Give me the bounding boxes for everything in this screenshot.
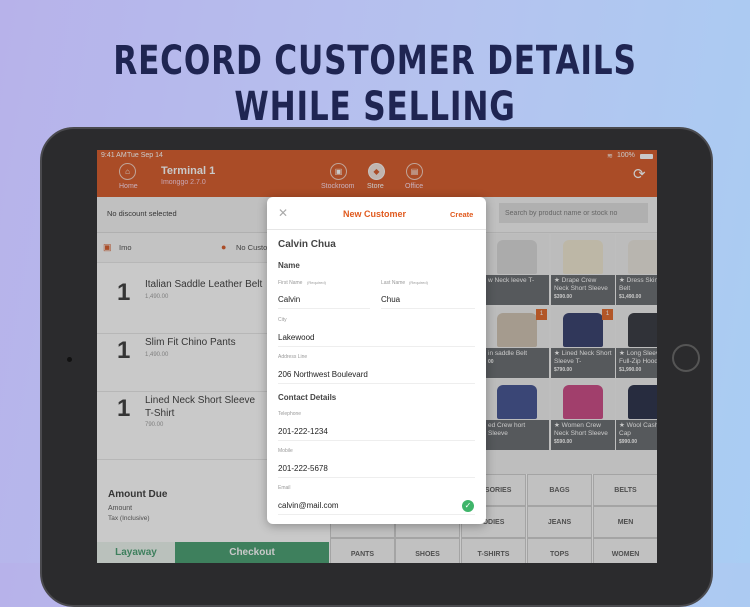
- last-name-field[interactable]: Chua: [381, 295, 475, 309]
- camera: [67, 357, 72, 362]
- first-name-field[interactable]: Calvin: [278, 295, 370, 309]
- modal-title: New Customer: [343, 209, 407, 219]
- telephone-label: Telephone: [278, 411, 302, 417]
- name-section: Name: [278, 261, 300, 270]
- divider: [267, 229, 486, 230]
- mobile-field[interactable]: 201-222-5678: [278, 464, 475, 478]
- customer-name-heading: Calvin Chua: [278, 239, 336, 250]
- first-name-required: (Required): [307, 280, 326, 285]
- city-label: City: [278, 317, 287, 323]
- new-customer-modal: ✕ New Customer Create Calvin Chua Name F…: [267, 197, 486, 524]
- create-button[interactable]: Create: [450, 210, 473, 219]
- headline: RECORD CUSTOMER DETAILS WHILE SELLING: [113, 38, 637, 130]
- city-field[interactable]: Lakewood: [278, 333, 475, 347]
- email-field[interactable]: calvin@mail.com: [278, 501, 475, 515]
- last-name-required: (Required): [409, 280, 428, 285]
- home-button-hardware: [672, 344, 700, 372]
- first-name-label: First Name: [278, 280, 303, 286]
- contact-section: Contact Details: [278, 393, 337, 402]
- email-label: Email: [278, 485, 291, 491]
- close-icon[interactable]: ✕: [278, 206, 288, 220]
- screen: 9:41 AM Tue Sep 14 ≋ 100% ⌂ Home Termina…: [97, 150, 657, 563]
- last-name-label: Last Name: [381, 280, 406, 286]
- mobile-label: Mobile: [278, 448, 293, 454]
- check-icon: ✓: [462, 500, 474, 512]
- address-field[interactable]: 206 Northwest Boulevard: [278, 370, 475, 384]
- address-label: Address Line: [278, 354, 308, 360]
- telephone-field[interactable]: 201-222-1234: [278, 427, 475, 441]
